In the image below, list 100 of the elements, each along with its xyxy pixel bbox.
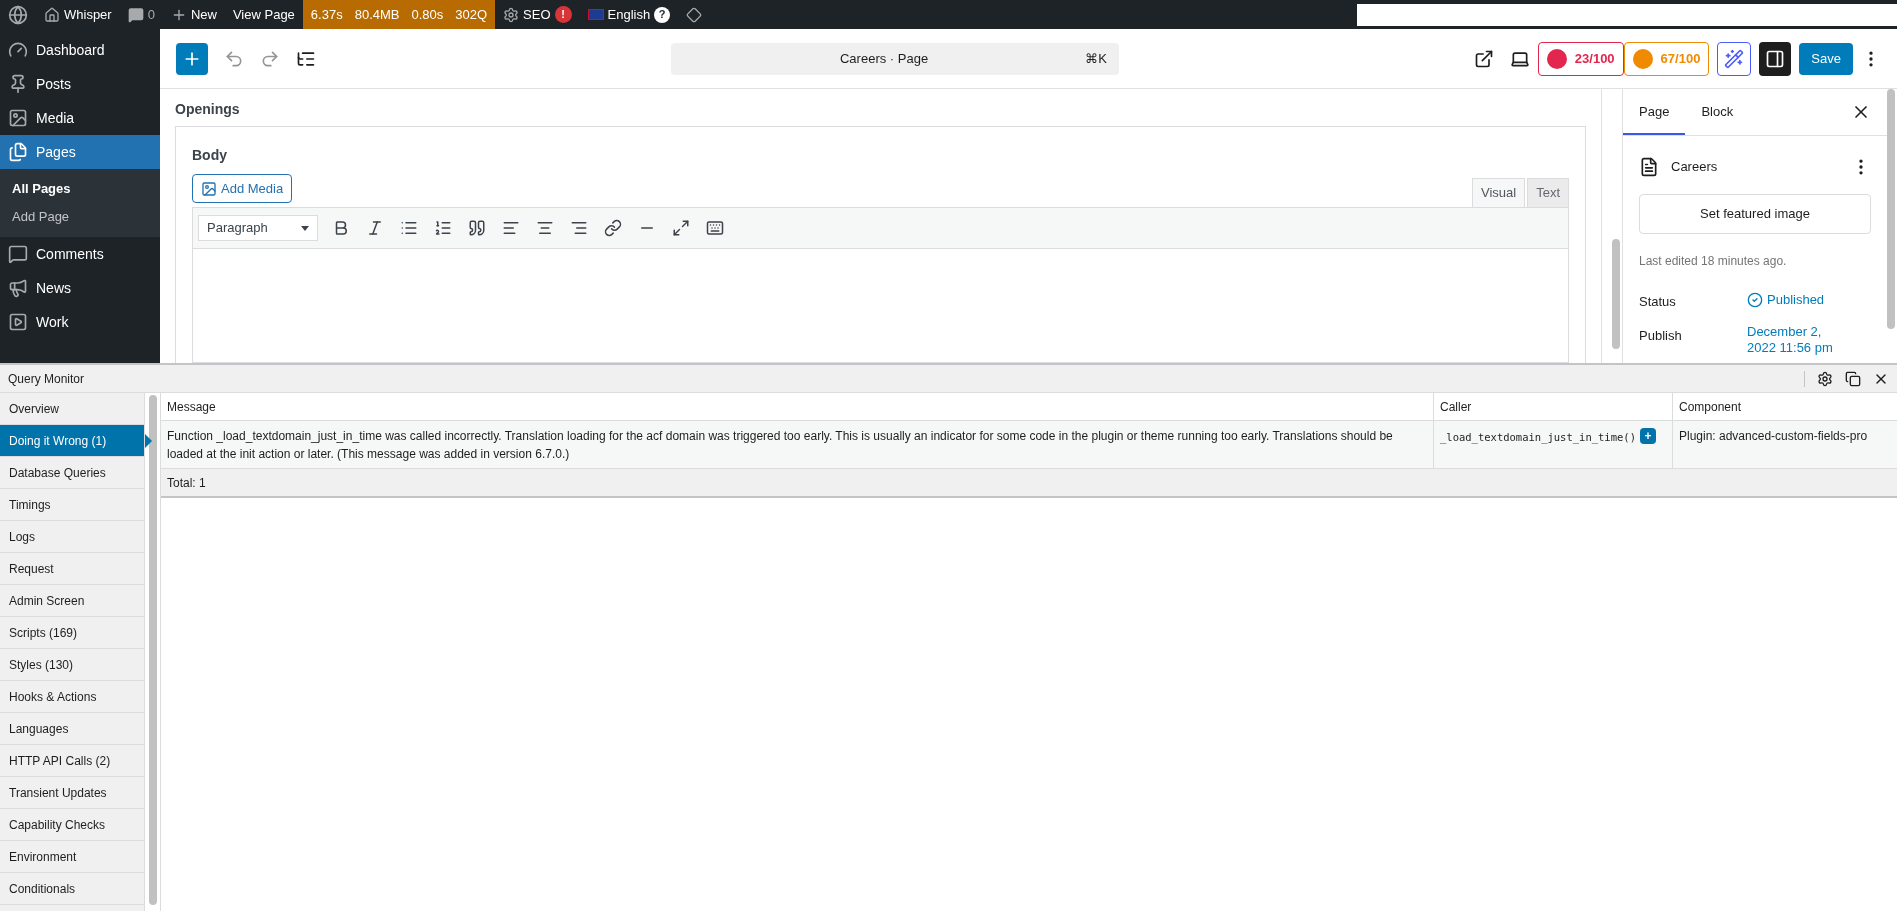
image-icon [8, 108, 28, 128]
column-header: Message [166, 398, 217, 416]
monitor-nav-item[interactable]: Hooks & Actions [0, 681, 144, 713]
play-icon [8, 312, 28, 332]
media-icon [201, 180, 217, 197]
magic-wand-button[interactable] [1717, 41, 1752, 76]
panel-title: Query Monitor [8, 370, 86, 388]
comment-icon [127, 6, 144, 23]
settings-icon[interactable] [1817, 370, 1833, 387]
save-button[interactable]: Save [1799, 42, 1853, 75]
add-media-button[interactable]: Add Media [192, 174, 293, 203]
diamond-icon[interactable] [686, 6, 703, 23]
monitor-nav-item[interactable]: Doing it Wrong (1) [0, 425, 144, 457]
sidebar-tab[interactable]: Page [1623, 89, 1686, 135]
menu-item[interactable]: Work [0, 305, 160, 339]
menu-item[interactable]: Dashboard [0, 33, 160, 67]
pin-icon [8, 74, 28, 94]
magic-wand-icon [1724, 48, 1745, 69]
megaphone-icon [8, 278, 28, 298]
monitor-nav-item[interactable]: Scripts (169) [0, 617, 144, 649]
menu-item[interactable]: News [0, 271, 160, 305]
publish-date-link[interactable]: December 2, 2022 11:56 pm [1747, 323, 1847, 356]
message-cell-text: Function _load_textdomain_just_in_time was called incorrectly. Translation loading for the acf domain was triggered too early. This is usually an indicator for some code in the plugin or theme running too early. Translations should be loaded at the init action or later. (This message was added in version 6.7.0.) [166, 428, 1394, 463]
notification-badge: ! [554, 6, 572, 23]
setting-label: Status [1639, 293, 1677, 311]
bullet-list-icon[interactable] [400, 219, 418, 237]
help-badge: ? [654, 6, 671, 23]
performance-value: 6.37s [310, 5, 343, 24]
set-featured-image-button[interactable]: Set featured image [1639, 194, 1871, 234]
view-page-link[interactable]: View Page [224, 4, 303, 25]
page-title: Careers [1671, 158, 1719, 177]
menu-item[interactable]: Media [0, 101, 160, 135]
align-right-icon[interactable] [570, 219, 588, 237]
keyboard-icon[interactable] [706, 219, 724, 237]
fullscreen-icon[interactable] [672, 219, 690, 237]
monitor-nav-item[interactable]: Languages [0, 713, 144, 745]
sidebar-toggle-button[interactable] [1759, 41, 1792, 76]
comment-icon [8, 244, 28, 264]
editor-tab[interactable]: Visual [1471, 178, 1526, 207]
editor-tab[interactable]: Text [1527, 178, 1569, 207]
sidebar-icon [1765, 48, 1786, 69]
score-button[interactable]: 23/100 [1537, 41, 1624, 76]
monitor-nav-item[interactable]: HTTP API Calls (2) [0, 745, 144, 777]
align-center-icon[interactable] [536, 219, 554, 237]
gear-icon [503, 6, 520, 23]
performance-bar[interactable]: 6.37s 80.4MB 0.80s 302Q [302, 0, 496, 29]
new-link[interactable]: New [190, 4, 217, 25]
monitor-nav-item[interactable]: Styles (130) [0, 649, 144, 681]
setting-label: Publish [1639, 326, 1683, 345]
quote-icon[interactable] [468, 219, 486, 237]
search-field[interactable] [1357, 3, 1897, 26]
submenu-item[interactable]: All Pages [0, 175, 160, 203]
add-block-button[interactable] [176, 42, 208, 75]
monitor-nav-item[interactable]: Environment [0, 841, 144, 873]
monitor-nav-item[interactable]: Database Queries [0, 457, 144, 489]
monitor-nav-item[interactable]: Timings [0, 489, 144, 521]
format-select[interactable]: Paragraph [198, 215, 318, 241]
undo-icon[interactable] [224, 48, 244, 69]
table-footer: Total: 1 [161, 469, 1897, 498]
monitor-nav-item[interactable]: Admin Screen [0, 585, 144, 617]
popout-icon[interactable] [1845, 370, 1861, 387]
page-icon [1639, 157, 1659, 177]
status-button[interactable]: Published [1747, 290, 1825, 310]
caller-cell-text: _load_textdomain_just_in_time() [1440, 430, 1636, 446]
monitor-nav-item[interactable]: Logs [0, 521, 144, 553]
flag-icon [587, 9, 604, 20]
seo-link[interactable]: SEO [523, 4, 551, 25]
performance-value: 80.4MB [354, 5, 400, 24]
performance-value: 302Q [455, 5, 488, 24]
menu-item[interactable]: Comments [0, 237, 160, 271]
submenu-item[interactable]: Add Page [0, 203, 160, 231]
caret-icon [301, 225, 309, 231]
check-circle-icon [1747, 291, 1763, 308]
home-icon [44, 6, 60, 23]
italic-icon[interactable] [366, 219, 384, 237]
expand-button[interactable]: + [1639, 428, 1656, 444]
monitor-nav-item[interactable]: Capability Checks [0, 809, 144, 841]
column-header: Caller [1433, 393, 1672, 420]
external-link-icon[interactable] [1473, 48, 1494, 69]
site-name-link[interactable]: Whisper [64, 4, 112, 25]
menu-item[interactable]: Posts [0, 67, 160, 101]
menu-item[interactable]: Pages [0, 135, 160, 169]
gauge-icon [8, 40, 28, 60]
sidebar-tab[interactable]: Block [1685, 89, 1750, 135]
align-left-icon[interactable] [502, 219, 520, 237]
section-title: Openings [175, 100, 241, 119]
command-bar[interactable]: Careers · Page ⌘K [670, 42, 1119, 75]
performance-value: 0.80s [411, 5, 444, 24]
link-icon[interactable] [604, 219, 622, 237]
monitor-nav-item[interactable]: Request [0, 553, 144, 585]
monitor-nav-item[interactable]: Transient Updates [0, 777, 144, 809]
pages-icon [8, 142, 28, 162]
component-cell: Plugin: advanced-custom-fields-pro [1672, 421, 1897, 468]
redo-icon[interactable] [260, 48, 280, 69]
language-link[interactable]: English [607, 4, 651, 25]
comment-count[interactable]: 0 [147, 4, 155, 25]
monitor-nav-item[interactable]: Conditionals [0, 873, 144, 905]
numbered-list-icon[interactable] [434, 219, 452, 237]
shortcut-hint: ⌘K [1085, 49, 1107, 68]
last-edited-text: Last edited 18 minutes ago. [1639, 253, 1788, 270]
